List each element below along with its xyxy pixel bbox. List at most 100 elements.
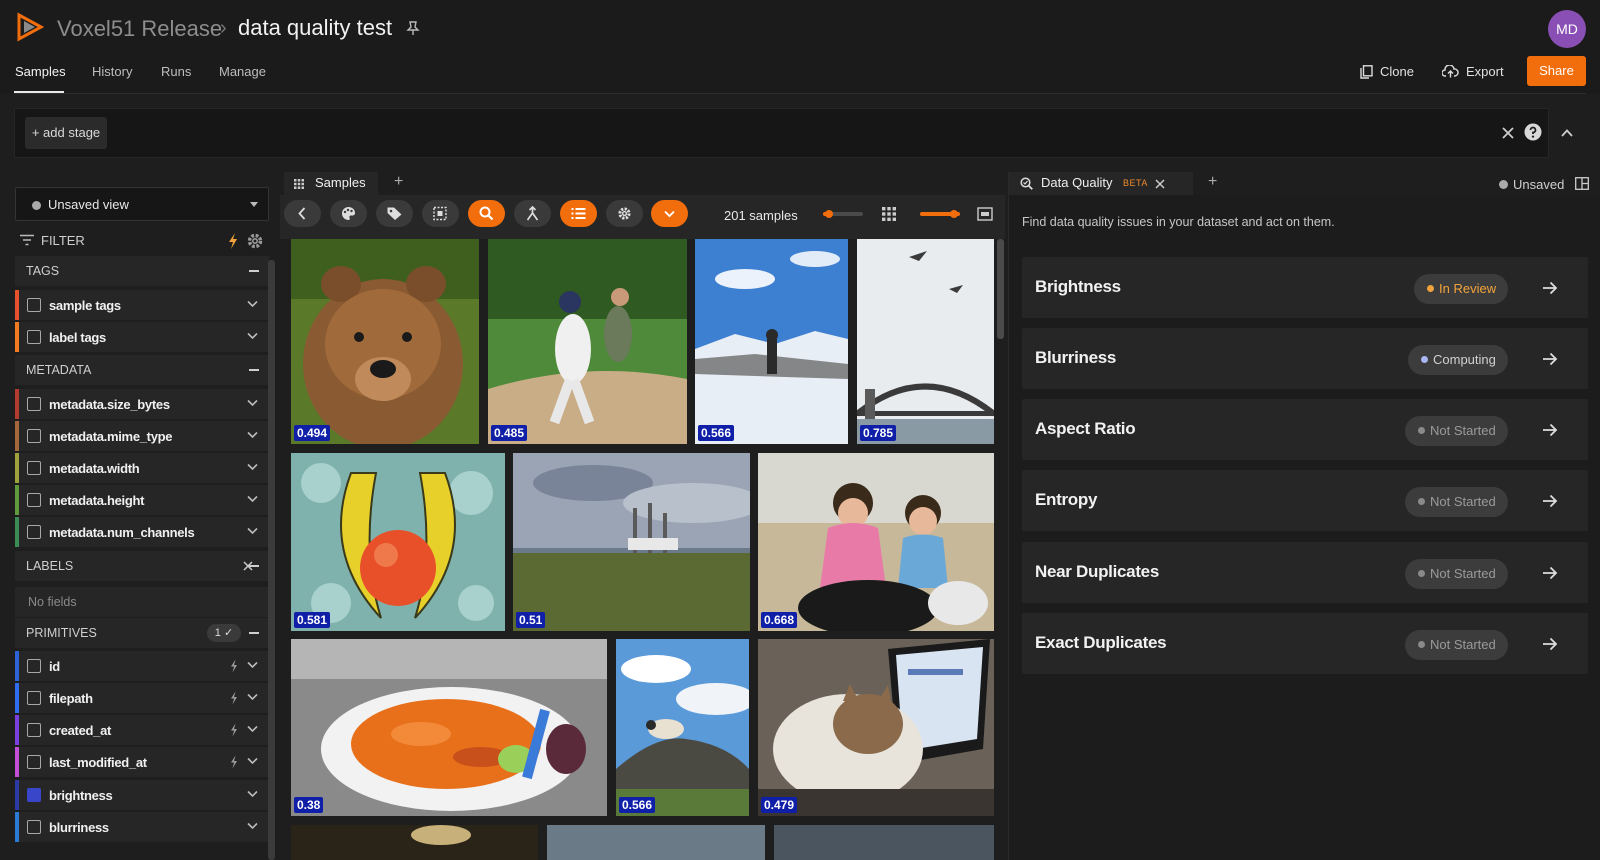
sample-tile[interactable]: 0.51	[513, 453, 750, 631]
field-checkbox-checked[interactable]	[27, 788, 41, 802]
sample-tile[interactable]	[774, 825, 994, 860]
help-icon[interactable]	[1524, 123, 1542, 141]
field-checkbox[interactable]	[27, 429, 41, 443]
clone-button[interactable]: Clone	[1360, 64, 1414, 79]
field-last-modified-at[interactable]: last_modified_at	[15, 747, 269, 777]
lightning-bolt-icon[interactable]	[230, 755, 238, 769]
sample-tile[interactable]	[547, 825, 765, 860]
field-checkbox[interactable]	[27, 820, 41, 834]
field-checkbox[interactable]	[27, 755, 41, 769]
export-button[interactable]: Export	[1442, 64, 1504, 79]
chevron-down-icon[interactable]	[247, 661, 258, 669]
list-view-button[interactable]	[560, 200, 597, 227]
collapse-minus-icon[interactable]	[249, 270, 259, 272]
voxel51-logo-icon[interactable]	[14, 12, 44, 42]
back-button[interactable]	[284, 200, 321, 227]
check-card-blurriness[interactable]: Blurriness Computing	[1022, 328, 1588, 389]
field-checkbox[interactable]	[27, 461, 41, 475]
sample-tile[interactable]	[291, 825, 538, 860]
field-brightness[interactable]: brightness	[15, 780, 269, 810]
check-card-near-duplicates[interactable]: Near Duplicates Not Started	[1022, 542, 1588, 603]
tag-button[interactable]	[376, 200, 413, 227]
arrow-right-icon[interactable]	[1542, 637, 1558, 651]
check-card-entropy[interactable]: Entropy Not Started	[1022, 470, 1588, 531]
chevron-down-icon[interactable]	[247, 693, 258, 701]
group-primitives[interactable]: PRIMITIVES 1 ✓	[15, 618, 269, 648]
sample-tile[interactable]: 0.494	[291, 239, 479, 444]
chevron-down-icon[interactable]	[247, 725, 258, 733]
field-metadata-mime-type[interactable]: metadata.mime_type	[15, 421, 269, 451]
chevron-down-icon[interactable]	[247, 332, 258, 340]
dataset-title[interactable]: data quality test	[238, 15, 392, 41]
sample-tile[interactable]: 0.668	[758, 453, 994, 631]
collapse-minus-icon[interactable]	[249, 369, 259, 371]
field-checkbox[interactable]	[27, 330, 41, 344]
org-title[interactable]: Voxel51 Release	[57, 16, 222, 42]
add-stage-button[interactable]: + add stage	[25, 117, 107, 149]
pin-icon[interactable]	[405, 20, 421, 36]
grid-scrollbar[interactable]	[997, 239, 1004, 339]
field-metadata-size-bytes[interactable]: metadata.size_bytes	[15, 389, 269, 419]
check-card-brightness[interactable]: Brightness In Review	[1022, 257, 1588, 318]
lightning-bolt-icon[interactable]	[226, 232, 240, 250]
field-metadata-height[interactable]: metadata.height	[15, 485, 269, 515]
user-avatar[interactable]: MD	[1548, 10, 1586, 48]
split-view-icon[interactable]	[1575, 177, 1589, 190]
chevron-up-icon[interactable]	[1560, 126, 1574, 140]
arrow-right-icon[interactable]	[1542, 423, 1558, 437]
field-checkbox[interactable]	[27, 723, 41, 737]
collapse-minus-icon[interactable]	[249, 632, 259, 634]
selected-count-badge[interactable]: 1 ✓	[207, 624, 241, 642]
close-icon[interactable]	[1500, 125, 1516, 141]
chevron-down-icon[interactable]	[247, 495, 258, 503]
tab-samples-nav[interactable]: Samples	[15, 64, 66, 79]
field-checkbox[interactable]	[27, 525, 41, 539]
sort-by-similarity-button[interactable]	[514, 200, 551, 227]
sidebar-scrollbar[interactable]	[268, 260, 275, 860]
more-options-button[interactable]	[651, 200, 688, 227]
sample-tile[interactable]: 0.566	[695, 239, 848, 444]
field-filepath[interactable]: filepath	[15, 683, 269, 713]
gear-icon[interactable]	[246, 232, 264, 250]
arrow-right-icon[interactable]	[1542, 281, 1558, 295]
check-card-aspect-ratio[interactable]: Aspect Ratio Not Started	[1022, 399, 1588, 460]
tab-manage[interactable]: Manage	[219, 64, 266, 79]
group-labels[interactable]: LABELS	[15, 551, 269, 581]
sample-tile[interactable]: 0.785	[857, 239, 994, 444]
sample-tile[interactable]: 0.581	[291, 453, 505, 631]
field-metadata-width[interactable]: metadata.width	[15, 453, 269, 483]
tab-samples[interactable]: Samples	[284, 172, 378, 195]
arrow-right-icon[interactable]	[1542, 494, 1558, 508]
field-checkbox[interactable]	[27, 659, 41, 673]
color-scheme-button[interactable]	[330, 200, 367, 227]
lightning-bolt-icon[interactable]	[230, 723, 238, 737]
field-checkbox[interactable]	[27, 397, 41, 411]
chevron-down-icon[interactable]	[247, 300, 258, 308]
check-card-exact-duplicates[interactable]: Exact Duplicates Not Started	[1022, 613, 1588, 674]
add-panel-tab-button[interactable]: +	[1208, 173, 1217, 191]
field-created-at[interactable]: created_at	[15, 715, 269, 745]
chevron-down-icon[interactable]	[247, 527, 258, 535]
tab-runs[interactable]: Runs	[161, 64, 191, 79]
lightning-bolt-icon[interactable]	[230, 691, 238, 705]
sample-tile[interactable]: 0.566	[616, 639, 749, 816]
close-icon[interactable]	[1155, 179, 1165, 189]
fullscreen-icon[interactable]	[977, 207, 993, 221]
field-checkbox[interactable]	[27, 298, 41, 312]
add-panel-tab-button[interactable]: +	[394, 173, 403, 191]
chevron-down-icon[interactable]	[247, 399, 258, 407]
grid-icon[interactable]	[882, 207, 896, 221]
field-blurriness[interactable]: blurriness	[15, 812, 269, 842]
settings-button[interactable]	[606, 200, 643, 227]
tab-history[interactable]: History	[92, 64, 132, 79]
zoom-slider[interactable]	[823, 210, 863, 218]
sample-tile[interactable]: 0.485	[488, 239, 687, 444]
similarity-search-button[interactable]	[468, 200, 505, 227]
share-button[interactable]: Share	[1527, 56, 1586, 86]
sample-tile[interactable]: 0.38	[291, 639, 607, 816]
select-region-button[interactable]	[422, 200, 459, 227]
field-metadata-num-channels[interactable]: metadata.num_channels	[15, 517, 269, 547]
field-checkbox[interactable]	[27, 493, 41, 507]
field-label-tags[interactable]: label tags	[15, 322, 269, 352]
arrow-right-icon[interactable]	[1542, 566, 1558, 580]
